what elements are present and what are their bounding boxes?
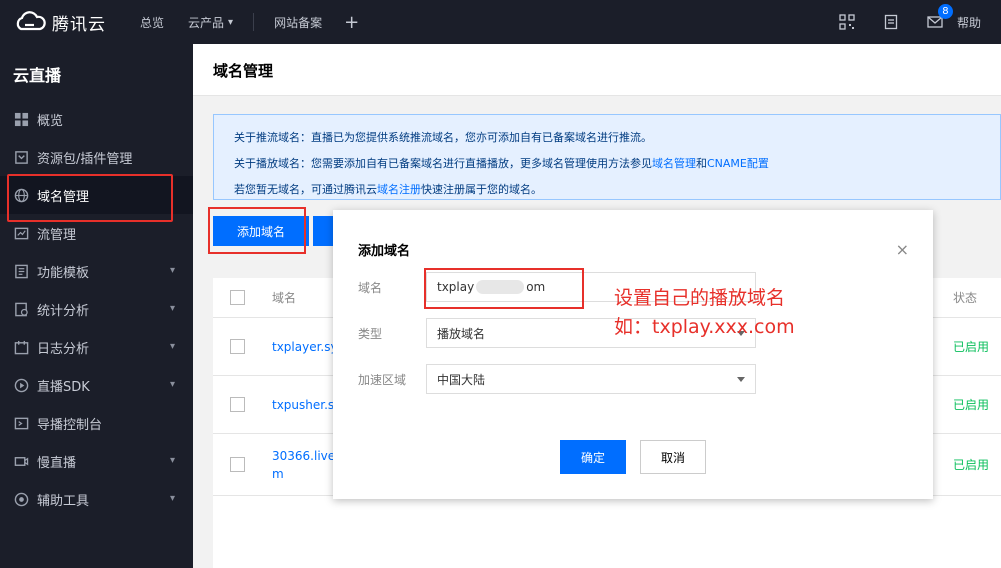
sidebar-item-label: 日志分析 xyxy=(37,341,90,357)
notice-line-play: 关于播放域名：您需要添加自有已备案域名进行直播播放，更多域名管理使用方法参见域名… xyxy=(234,151,980,177)
nav-products[interactable]: 云产品 ▾ xyxy=(176,0,245,44)
chevron-down-icon: ▾ xyxy=(169,379,175,390)
row-checkbox[interactable] xyxy=(230,397,245,412)
package-icon xyxy=(13,149,29,165)
domain-register-link[interactable]: 域名注册 xyxy=(377,183,421,196)
notice-line-push: 关于推流域名：直播已为您提供系统推流域名，您亦可添加自有已备案域名进行推流。 xyxy=(234,131,652,144)
message-count-badge: 8 xyxy=(937,4,953,19)
console-icon xyxy=(13,415,29,431)
annotation-line1: 设置自己的播放域名 xyxy=(614,287,786,309)
grid-icon xyxy=(13,111,29,127)
stream-icon xyxy=(13,225,29,241)
chevron-down-icon: ▾ xyxy=(169,493,175,504)
sidebar-item-tools[interactable]: 辅助工具 ▾ xyxy=(0,480,193,518)
sidebar-item-label: 直播SDK xyxy=(37,379,90,395)
sidebar-item-label: 统计分析 xyxy=(37,303,90,319)
help-link[interactable]: 帮助 xyxy=(957,14,1001,31)
chevron-down-icon: ▾ xyxy=(169,455,175,466)
stats-icon xyxy=(13,301,29,317)
status-enabled: 已启用 xyxy=(952,340,989,354)
document-icon xyxy=(884,14,898,30)
column-domain: 域名 xyxy=(272,291,297,305)
nav-overview[interactable]: 总览 xyxy=(128,0,176,44)
top-nav: 腾讯云 总览 云产品 ▾ 网站备案 + 8 帮助 xyxy=(0,0,1001,44)
page-title: 域名管理 xyxy=(193,44,1001,96)
nav-divider xyxy=(253,13,255,31)
info-notice: 关于推流域名：直播已为您提供系统推流域名，您亦可添加自有已备案域名进行推流。 关… xyxy=(213,114,1001,200)
annotation-line2: 如：txplay.xxx.com xyxy=(614,316,795,338)
status-enabled: 已启用 xyxy=(952,398,989,412)
notice-text: 关于播放域名：您需要添加自有已备案域名进行直播播放，更多域名管理使用方法参见 xyxy=(234,157,652,170)
cloud-logo-icon xyxy=(16,11,46,31)
sidebar-item-packages[interactable]: 资源包/插件管理 xyxy=(0,138,193,176)
notice-text: 和 xyxy=(696,157,707,170)
play-icon xyxy=(13,377,29,393)
calendar-icon xyxy=(13,339,29,355)
template-icon xyxy=(13,263,29,279)
sidebar-title: 云直播 xyxy=(13,66,62,85)
status-enabled: 已启用 xyxy=(952,458,989,472)
sidebar-item-slowlive[interactable]: 慢直播 ▾ xyxy=(0,442,193,480)
domain-label: 域名 xyxy=(358,281,383,295)
select-all-checkbox[interactable] xyxy=(230,290,245,305)
column-status: 状态 xyxy=(952,291,977,305)
domain-text-line2: m xyxy=(272,466,284,481)
plus-icon[interactable]: + xyxy=(334,12,369,33)
document-button[interactable] xyxy=(869,0,913,44)
close-icon[interactable]: × xyxy=(896,240,909,259)
message-button[interactable]: 8 xyxy=(913,0,957,44)
qrcode-button[interactable] xyxy=(825,0,869,44)
sidebar-item-sdk[interactable]: 直播SDK ▾ xyxy=(0,366,193,404)
notice-line-register: 若您暂无域名，可通过腾讯云域名注册快速注册属于您的域名。 xyxy=(234,177,980,203)
sidebar-item-overview[interactable]: 概览 xyxy=(0,100,193,138)
sidebar-item-director[interactable]: 导播控制台 xyxy=(0,404,193,442)
qrcode-icon xyxy=(839,14,855,30)
domain-link[interactable]: txpusher.sy xyxy=(272,398,341,412)
chevron-down-icon: ▾ xyxy=(228,16,234,28)
cname-config-link[interactable]: CNAME配置 xyxy=(707,157,769,170)
chevron-down-icon: ▾ xyxy=(169,265,175,276)
row-checkbox[interactable] xyxy=(230,339,245,354)
add-domain-dialog: 添加域名 × 域名 txplay om 类型 播放域名 加速区域 中国大陆 确定… xyxy=(333,210,933,499)
sidebar-item-label: 辅助工具 xyxy=(37,493,90,509)
highlight-box-sidebar xyxy=(7,174,173,222)
nav-right: 8 帮助 xyxy=(825,0,1001,44)
chevron-down-icon: ▾ xyxy=(169,303,175,314)
highlight-box-add-button xyxy=(208,207,306,254)
type-select-value: 播放域名 xyxy=(437,326,486,341)
sidebar-item-label: 慢直播 xyxy=(37,455,77,471)
chevron-down-icon: ▾ xyxy=(169,341,175,352)
type-label: 类型 xyxy=(358,327,383,341)
confirm-button[interactable]: 确定 xyxy=(560,440,626,474)
sidebar-item-label: 导播控制台 xyxy=(37,417,103,433)
row-checkbox[interactable] xyxy=(230,457,245,472)
sidebar: 云直播 概览 资源包/插件管理 域名管理 流管理 功能模板 ▾ 统计分析 ▾ 日… xyxy=(0,44,193,568)
caret-down-icon xyxy=(737,377,745,382)
sidebar-item-label: 概览 xyxy=(37,113,64,129)
region-label: 加速区域 xyxy=(358,373,407,387)
tools-icon xyxy=(13,491,29,507)
sidebar-item-label: 流管理 xyxy=(37,227,77,243)
dialog-title: 添加域名 xyxy=(358,244,411,259)
camera-icon xyxy=(13,453,29,469)
brand-name: 腾讯云 xyxy=(52,14,106,35)
region-select-value: 中国大陆 xyxy=(437,372,486,387)
domain-management-link[interactable]: 域名管理 xyxy=(652,157,696,170)
notice-text: 快速注册属于您的域名。 xyxy=(421,183,542,196)
brand-logo[interactable]: 腾讯云 xyxy=(0,10,128,35)
nav-products-label: 云产品 xyxy=(188,15,225,30)
sidebar-item-label: 资源包/插件管理 xyxy=(37,151,133,167)
sidebar-item-label: 功能模板 xyxy=(37,265,90,281)
highlight-box-domain-input xyxy=(424,268,584,309)
sidebar-item-logs[interactable]: 日志分析 ▾ xyxy=(0,328,193,366)
nav-icp[interactable]: 网站备案 xyxy=(262,0,334,44)
sidebar-item-templates[interactable]: 功能模板 ▾ xyxy=(0,252,193,290)
sidebar-item-stats[interactable]: 统计分析 ▾ xyxy=(0,290,193,328)
cancel-button[interactable]: 取消 xyxy=(640,440,706,474)
notice-text: 若您暂无域名，可通过腾讯云 xyxy=(234,183,377,196)
region-select[interactable]: 中国大陆 xyxy=(426,364,756,394)
